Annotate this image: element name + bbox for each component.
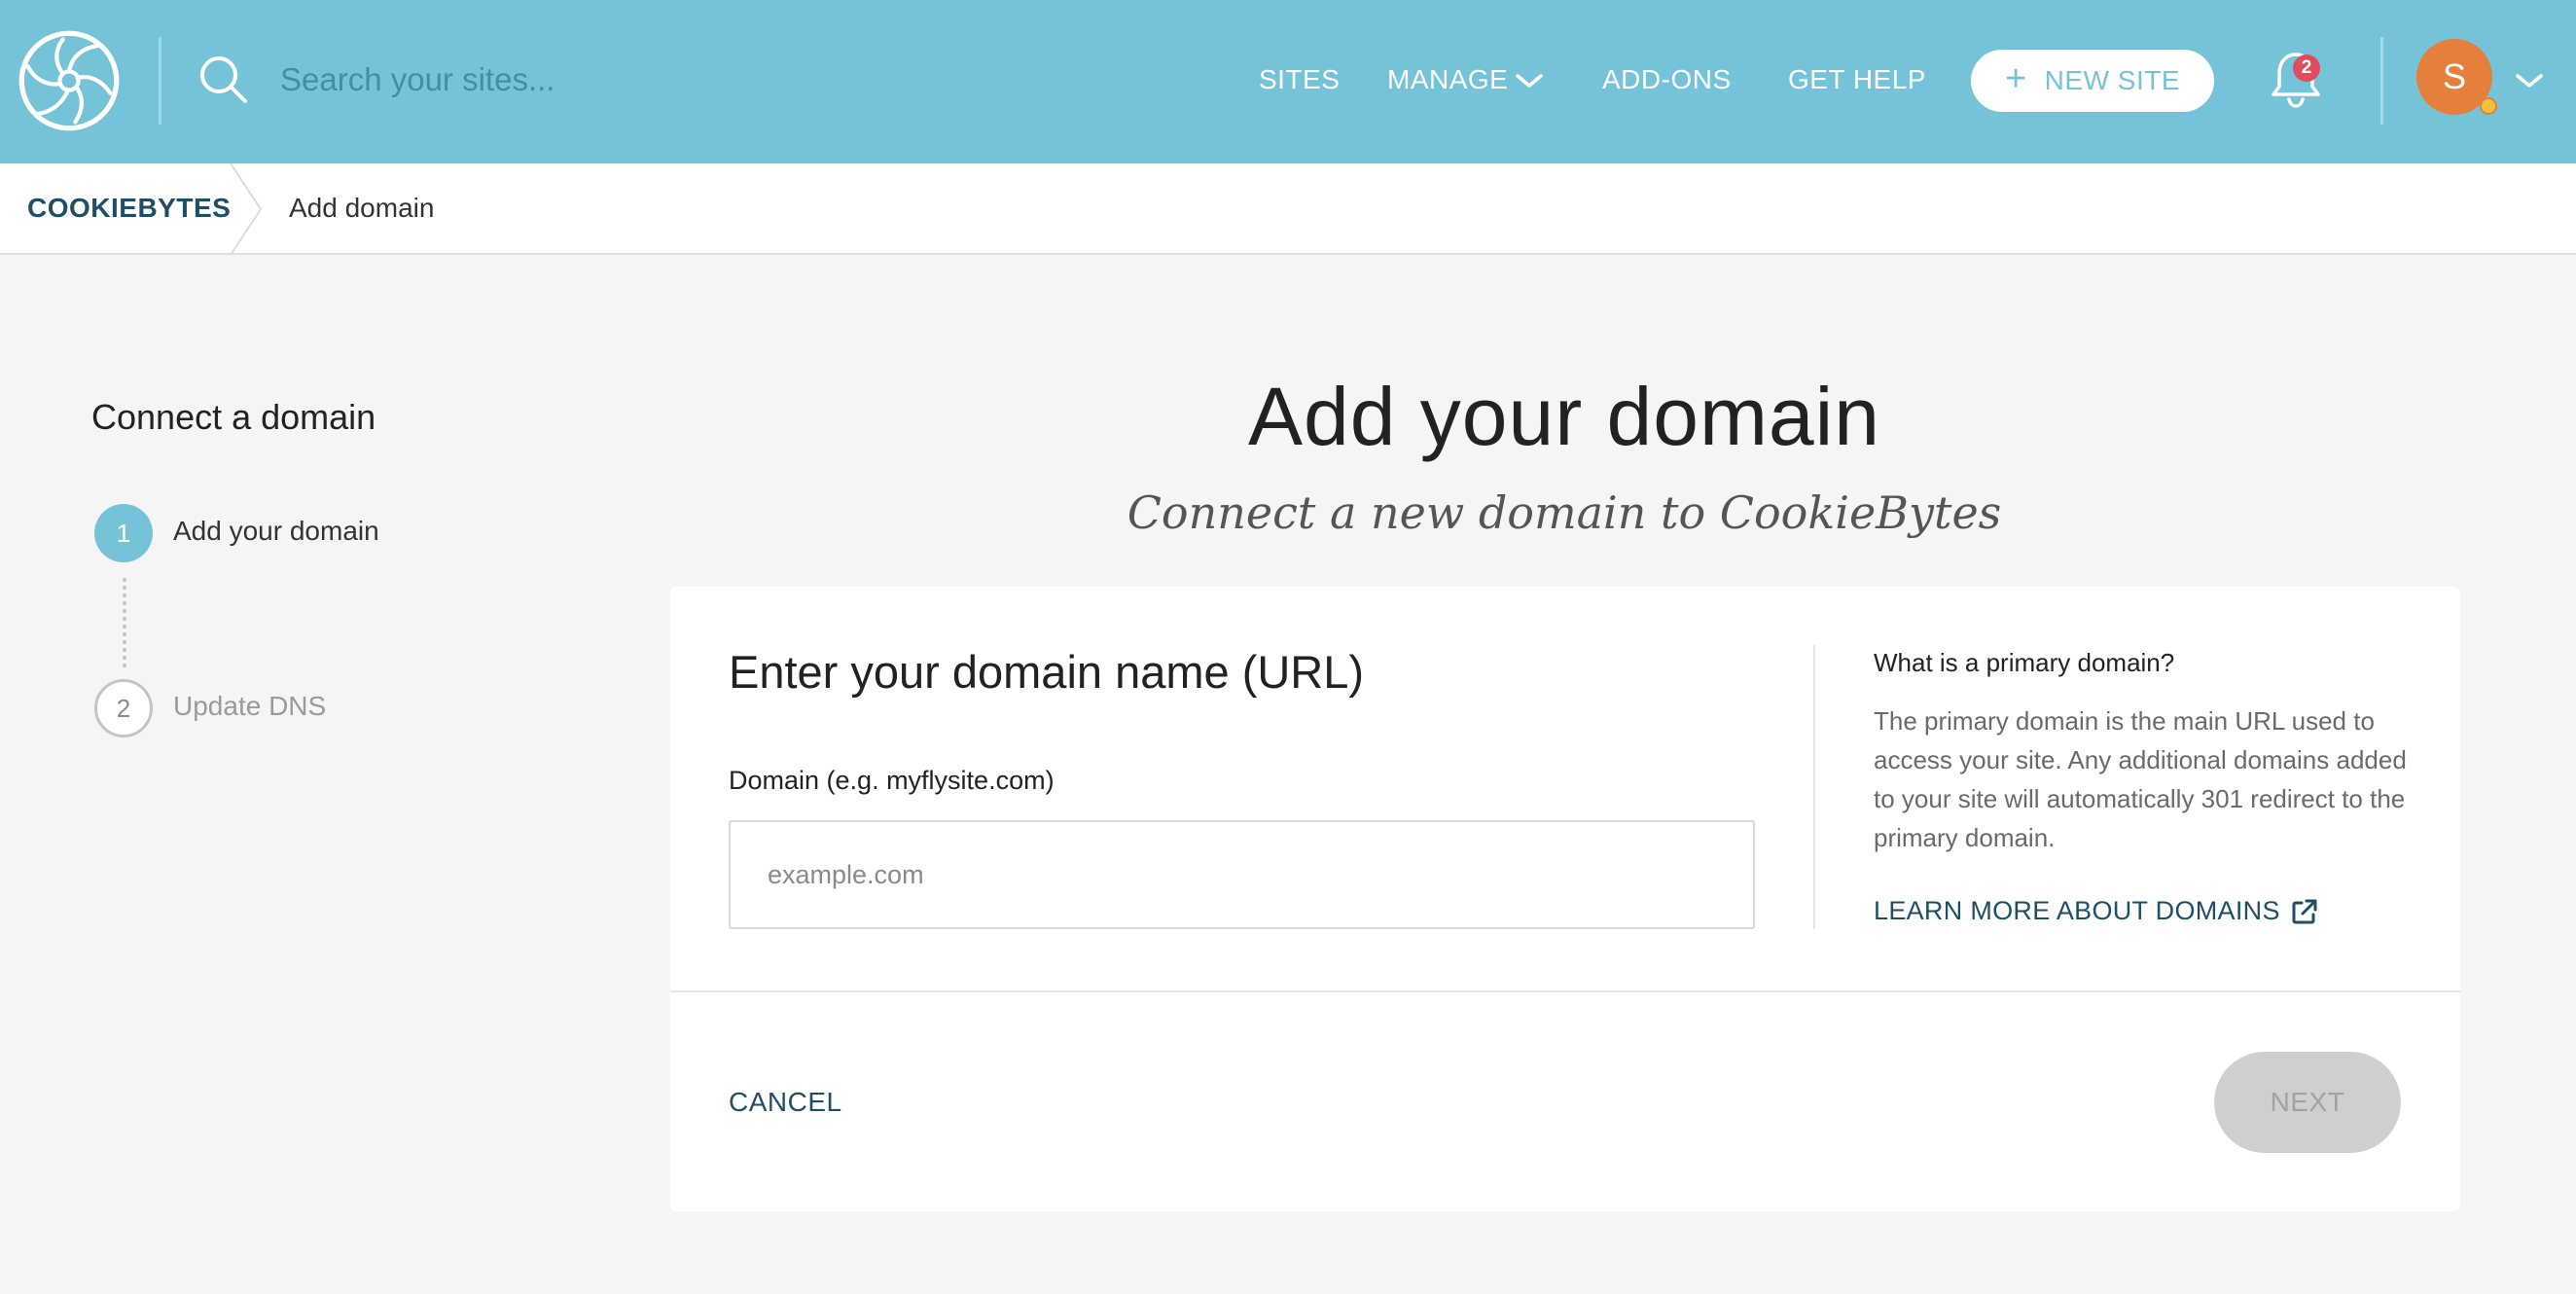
stepper-title: Connect a domain	[91, 397, 376, 437]
plus-icon: +	[2004, 58, 2027, 99]
card-column-divider	[1813, 645, 1815, 929]
breadcrumb-current-page: Add domain	[289, 193, 435, 223]
page-title: Add your domain	[1247, 371, 1881, 462]
header-divider	[159, 37, 161, 125]
new-site-button[interactable]: + NEW SITE	[1971, 50, 2214, 112]
breadcrumb-site-link[interactable]: COOKIEBYTES	[27, 193, 231, 224]
step-2-number: 2	[94, 679, 153, 737]
domain-field-label: Domain (e.g. myflysite.com)	[729, 766, 1055, 795]
new-site-label: NEW SITE	[2044, 65, 2181, 95]
breadcrumb: COOKIEBYTES Add domain	[0, 163, 2576, 255]
search-input[interactable]	[280, 49, 864, 111]
step-connector	[123, 578, 126, 667]
external-link-icon	[2292, 899, 2317, 923]
step-2-label: Update DNS	[173, 691, 327, 721]
nav-get-help[interactable]: GET HELP	[1788, 62, 1926, 97]
nav-sites[interactable]: SITES	[1259, 62, 1340, 97]
online-status-dot	[2480, 97, 2497, 115]
step-1-number: 1	[94, 504, 153, 562]
next-button[interactable]: NEXT	[2214, 1052, 2401, 1153]
step-1-label: Add your domain	[173, 516, 379, 546]
notification-count-badge: 2	[2293, 54, 2320, 82]
account-chevron-down-icon[interactable]	[2516, 73, 2543, 89]
card-footer-divider	[670, 990, 2460, 992]
nav-add-ons[interactable]: ADD-ONS	[1602, 62, 1732, 97]
chevron-down-icon[interactable]	[1516, 73, 1543, 89]
add-domain-card: Enter your domain name (URL) Domain (e.g…	[670, 587, 2460, 1211]
nav-manage[interactable]: MANAGE	[1387, 62, 1508, 97]
page-subtitle: Connect a new domain to CookieBytes	[1127, 486, 2002, 539]
top-navigation-bar: SITES MANAGE ADD-ONS GET HELP + NEW SITE…	[0, 0, 2576, 163]
learn-more-domains-link[interactable]: LEARN MORE ABOUT DOMAINS	[1874, 896, 2319, 926]
card-heading: Enter your domain name (URL)	[729, 646, 1365, 698]
domain-input[interactable]	[729, 820, 1755, 929]
search-icon[interactable]	[197, 54, 248, 104]
cancel-button[interactable]: CANCEL	[729, 1087, 842, 1118]
learn-more-label: LEARN MORE ABOUT DOMAINS	[1874, 896, 2280, 925]
header-divider	[2380, 37, 2383, 125]
breadcrumb-separator-icon	[230, 163, 263, 255]
flywheel-logo-icon[interactable]	[18, 29, 121, 132]
primary-domain-info-title: What is a primary domain?	[1874, 648, 2175, 677]
primary-domain-info-text: The primary domain is the main URL used …	[1874, 706, 2407, 852]
